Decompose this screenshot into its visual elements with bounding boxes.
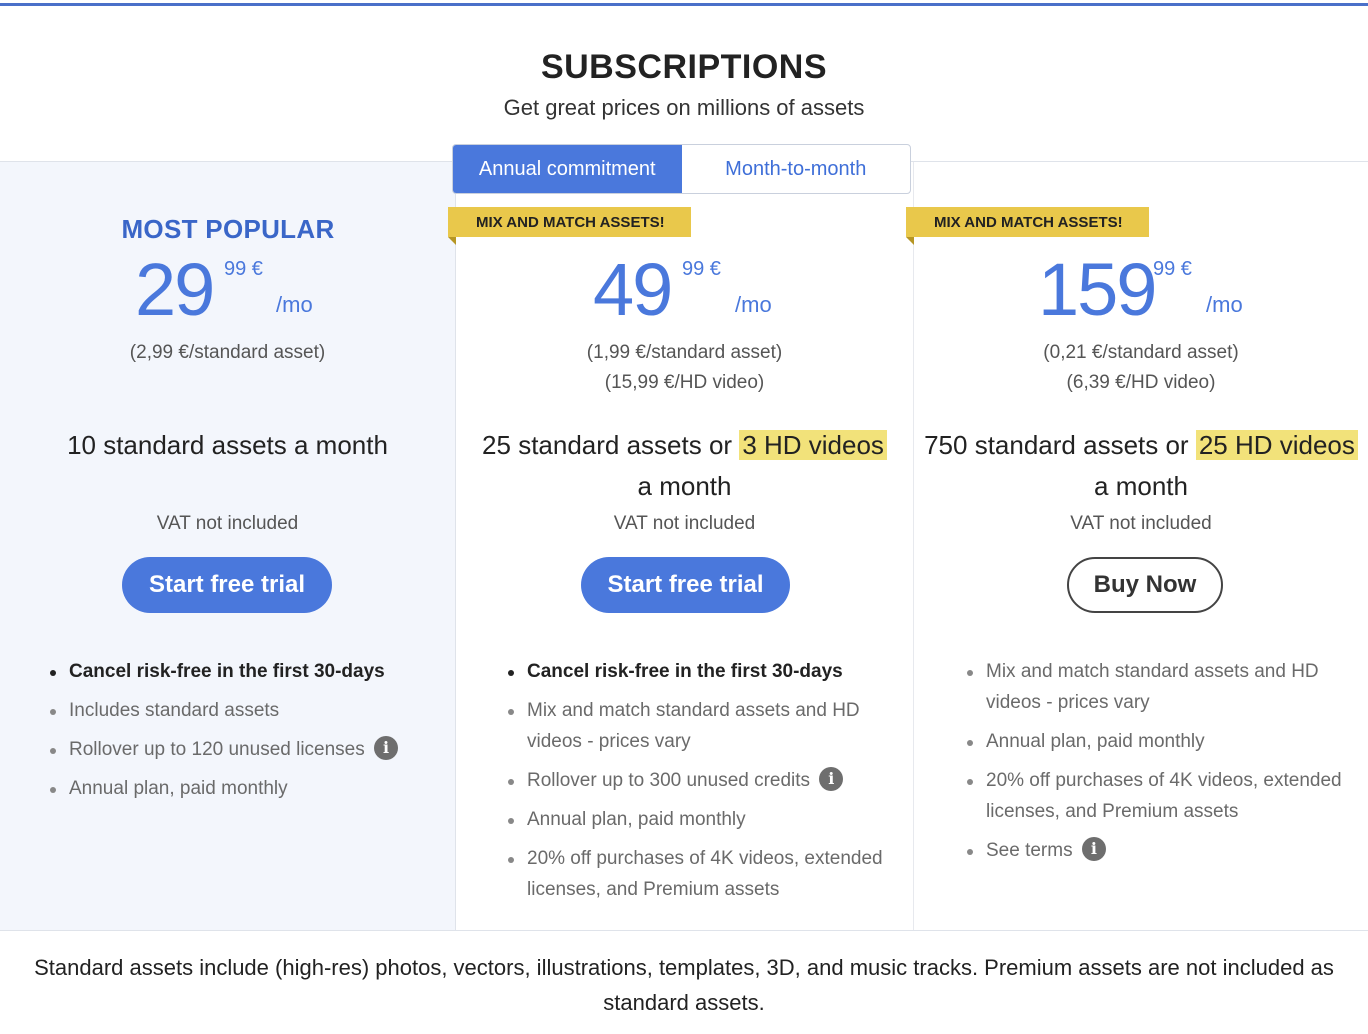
feature-item: Includes standard assets [50, 695, 440, 726]
top-accent-line [0, 3, 1368, 6]
tab-annual-commitment[interactable]: Annual commitment [453, 145, 682, 193]
feature-item: Cancel risk-free in the first 30-days [50, 656, 440, 687]
price-cents: 99 € [1153, 258, 1192, 280]
start-free-trial-button[interactable]: Start free trial [122, 557, 332, 613]
offer-text: 750 standard assets or [924, 430, 1196, 460]
plan-card-750-assets: MIX AND MATCH ASSETS! 159 99 € /mo (0,21… [906, 162, 1368, 930]
price-period: /mo [276, 292, 313, 317]
offer-highlight: 25 HD videos [1195, 430, 1358, 460]
plan-offer: 750 standard assets or 25 HD videos a mo… [914, 425, 1368, 507]
vat-note: VAT not included [613, 513, 756, 534]
page-title: SUBSCRIPTIONS [540, 48, 828, 86]
plan-offer: 10 standard assets a month [67, 430, 388, 460]
feature-item: Rollover up to 120 unused licenses i [50, 734, 440, 765]
info-icon[interactable]: i [1081, 836, 1106, 861]
page-header: SUBSCRIPTIONS Get great prices on millio… [0, 48, 1368, 121]
feature-item: 20% off purchases of 4K videos, extended… [508, 843, 898, 905]
feature-item: Annual plan, paid monthly [50, 773, 440, 804]
most-popular-label: MOST POPULAR [121, 214, 335, 244]
price-whole: 159 [1038, 248, 1157, 331]
feature-item: See terms i [967, 835, 1352, 866]
feature-item: Rollover up to 300 unused credits i [508, 765, 898, 796]
plan-features: Cancel risk-free in the first 30-days Mi… [508, 656, 898, 913]
per-asset-price: (0,21 €/standard asset) [1043, 342, 1239, 363]
price-whole: 49 [593, 248, 673, 331]
plan-features: Cancel risk-free in the first 30-days In… [50, 656, 440, 812]
per-asset-price: (2,99 €/standard asset) [129, 342, 326, 363]
plan-price: 49 99 € /mo [456, 250, 913, 330]
plan-card-25-assets: MIX AND MATCH ASSETS! 49 99 € /mo (1,99 … [448, 162, 914, 930]
offer-text: 25 standard assets or [482, 430, 740, 460]
feature-item: Mix and match standard assets and HD vid… [967, 656, 1352, 718]
per-asset-price: (1,99 €/standard asset) [586, 342, 783, 363]
buy-now-button[interactable]: Buy Now [1067, 557, 1223, 613]
offer-highlight: 3 HD videos [739, 430, 887, 460]
see-terms-link[interactable]: See terms [986, 840, 1073, 861]
price-period: /mo [735, 292, 772, 317]
plan-card-10-assets: MOST POPULAR 29 99 € /mo (2,99 €/standar… [0, 162, 456, 930]
divider [0, 930, 1368, 931]
price-cents: 99 € [224, 258, 263, 280]
plan-price: 159 99 € /mo [914, 250, 1368, 330]
tab-month-to-month[interactable]: Month-to-month [682, 145, 911, 193]
offer-text-end: a month [1094, 471, 1188, 501]
info-icon[interactable]: i [819, 766, 844, 791]
info-icon[interactable]: i [374, 735, 399, 760]
feature-item: Cancel risk-free in the first 30-days [508, 656, 898, 687]
feature-item: 20% off purchases of 4K videos, extended… [967, 765, 1352, 827]
feature-item: Annual plan, paid monthly [967, 726, 1352, 757]
mix-and-match-ribbon: MIX AND MATCH ASSETS! [906, 207, 1149, 245]
plan-offer: 25 standard assets or 3 HD videos a mont… [456, 425, 913, 507]
footer-note: Standard assets include (high-res) photo… [34, 955, 1334, 1015]
vat-note: VAT not included [1070, 513, 1212, 534]
feature-item: Annual plan, paid monthly [508, 804, 898, 835]
price-cents: 99 € [682, 258, 721, 280]
billing-toggle: Annual commitment Month-to-month [452, 144, 911, 194]
per-video-price: (15,99 €/HD video) [604, 372, 765, 393]
plan-price: 29 99 € /mo [0, 250, 455, 330]
feature-item: Mix and match standard assets and HD vid… [508, 695, 898, 757]
start-free-trial-button[interactable]: Start free trial [581, 557, 790, 613]
mix-and-match-ribbon: MIX AND MATCH ASSETS! [448, 207, 691, 245]
page-subtitle: Get great prices on millions of assets [503, 95, 865, 120]
feature-text: Rollover up to 300 unused credits [527, 770, 811, 791]
per-video-price: (6,39 €/HD video) [1066, 372, 1216, 393]
price-period: /mo [1206, 292, 1243, 317]
feature-text: Rollover up to 120 unused licenses [69, 739, 365, 760]
price-whole: 29 [135, 248, 215, 331]
plan-features: Mix and match standard assets and HD vid… [967, 656, 1352, 874]
offer-text-end: a month [637, 471, 732, 501]
vat-note: VAT not included [156, 513, 299, 534]
